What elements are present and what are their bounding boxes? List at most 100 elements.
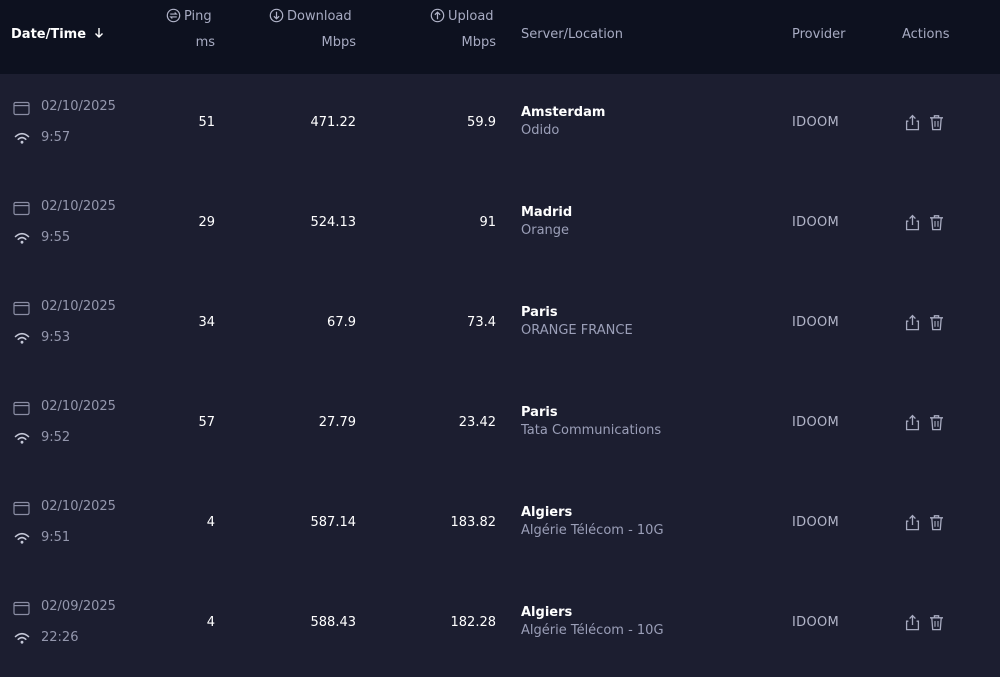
column-ping-unit: ms xyxy=(195,35,215,50)
row-time: 9:57 xyxy=(41,130,71,145)
trash-icon[interactable] xyxy=(929,414,944,431)
share-icon[interactable] xyxy=(905,314,920,331)
row-server: Paris Tata Communications xyxy=(521,405,661,438)
row-download: 588.43 xyxy=(310,615,357,630)
wifi-icon xyxy=(14,132,30,144)
row-server: Amsterdam Odido xyxy=(521,105,605,138)
wifi-icon xyxy=(14,632,30,644)
row-ping: 51 xyxy=(198,115,215,130)
row-server-isp: ORANGE FRANCE xyxy=(521,323,633,338)
row-server-isp: Algérie Télécom - 10G xyxy=(521,623,664,638)
column-datetime[interactable]: Date/Time xyxy=(11,27,105,42)
upload-icon xyxy=(430,8,445,23)
column-download-unit: Mbps xyxy=(321,35,357,50)
column-ping-label: Ping xyxy=(184,9,212,24)
calendar-icon xyxy=(13,301,30,316)
row-download: 587.14 xyxy=(310,515,357,530)
row-server: Paris ORANGE FRANCE xyxy=(521,305,633,338)
row-date: 02/10/2025 xyxy=(41,399,116,414)
row-upload: 23.42 xyxy=(458,415,496,430)
row-ping: 4 xyxy=(206,515,215,530)
trash-icon[interactable] xyxy=(929,114,944,131)
calendar-icon xyxy=(13,101,30,116)
row-time: 22:26 xyxy=(41,630,79,645)
row-server: Madrid Orange xyxy=(521,205,572,238)
row-server-city: Algiers xyxy=(521,605,573,620)
row-time: 9:52 xyxy=(41,430,71,445)
table-row[interactable]: 02/09/2025 22:26 4 588.43 182.28 Algiers… xyxy=(0,574,1000,674)
row-provider: IDOOM xyxy=(792,515,840,530)
row-download: 524.13 xyxy=(310,215,357,230)
row-time: 9:51 xyxy=(41,530,71,545)
column-datetime-label: Date/Time xyxy=(11,27,87,42)
row-server: Algiers Algérie Télécom - 10G xyxy=(521,605,664,638)
share-icon[interactable] xyxy=(905,114,920,131)
share-icon[interactable] xyxy=(905,514,920,531)
table-row[interactable]: 02/10/2025 9:55 29 524.13 91 Madrid Oran… xyxy=(0,174,1000,274)
row-server-isp: Orange xyxy=(521,223,570,238)
row-ping: 34 xyxy=(198,315,215,330)
wifi-icon xyxy=(14,332,30,344)
wifi-icon xyxy=(14,532,30,544)
column-server[interactable]: Server/Location xyxy=(521,27,623,42)
table-row[interactable]: 02/10/2025 9:53 34 67.9 73.4 Paris ORANG… xyxy=(0,274,1000,374)
wifi-icon xyxy=(14,432,30,444)
row-server-isp: Algérie Télécom - 10G xyxy=(521,523,664,538)
trash-icon[interactable] xyxy=(929,614,944,631)
row-server: Algiers Algérie Télécom - 10G xyxy=(521,505,664,538)
row-server-isp: Tata Communications xyxy=(521,423,662,438)
column-upload[interactable]: Upload xyxy=(430,8,494,24)
share-icon[interactable] xyxy=(905,614,920,631)
table-header: Date/Time Ping ms Download Mbps Upload M… xyxy=(0,0,1000,74)
table-row[interactable]: 02/10/2025 9:51 4 587.14 183.82 Algiers … xyxy=(0,474,1000,574)
ping-icon xyxy=(166,8,181,23)
row-provider: IDOOM xyxy=(792,215,840,230)
row-upload: 73.4 xyxy=(467,315,496,330)
calendar-icon xyxy=(13,501,30,516)
row-date: 02/10/2025 xyxy=(41,199,116,214)
row-upload: 182.28 xyxy=(450,615,497,630)
row-provider: IDOOM xyxy=(792,115,840,130)
row-provider: IDOOM xyxy=(792,415,840,430)
column-upload-unit: Mbps xyxy=(461,35,497,50)
row-server-city: Paris xyxy=(521,305,558,320)
column-download[interactable]: Download xyxy=(269,8,352,24)
row-server-isp: Odido xyxy=(521,123,560,138)
calendar-icon xyxy=(13,201,30,216)
table-row[interactable]: 02/10/2025 9:57 51 471.22 59.9 Amsterdam… xyxy=(0,74,1000,174)
row-upload: 59.9 xyxy=(467,115,496,130)
trash-icon[interactable] xyxy=(929,214,944,231)
download-icon xyxy=(269,8,284,23)
row-date: 02/10/2025 xyxy=(41,499,116,514)
trash-icon[interactable] xyxy=(929,514,944,531)
row-time: 9:55 xyxy=(41,230,71,245)
row-date: 02/09/2025 xyxy=(41,599,116,614)
row-server-city: Paris xyxy=(521,405,558,420)
results-table: Date/Time Ping ms Download Mbps Upload M… xyxy=(0,0,1000,677)
row-provider: IDOOM xyxy=(792,315,840,330)
row-upload: 183.82 xyxy=(450,515,497,530)
column-ping[interactable]: Ping xyxy=(166,8,212,24)
column-download-label: Download xyxy=(287,9,352,24)
table-row[interactable]: 02/10/2025 9:52 57 27.79 23.42 Paris Tat… xyxy=(0,374,1000,474)
row-server-city: Amsterdam xyxy=(521,105,606,120)
column-actions: Actions xyxy=(902,27,950,42)
calendar-icon xyxy=(13,401,30,416)
column-upload-label: Upload xyxy=(448,9,494,24)
share-icon[interactable] xyxy=(905,214,920,231)
row-download: 67.9 xyxy=(327,315,356,330)
calendar-icon xyxy=(13,601,30,616)
row-server-city: Madrid xyxy=(521,205,573,220)
row-download: 471.22 xyxy=(310,115,357,130)
row-ping: 4 xyxy=(206,615,215,630)
trash-icon[interactable] xyxy=(929,314,944,331)
row-provider: IDOOM xyxy=(792,615,840,630)
share-icon[interactable] xyxy=(905,414,920,431)
row-time: 9:53 xyxy=(41,330,71,345)
column-provider[interactable]: Provider xyxy=(792,27,846,42)
row-download: 27.79 xyxy=(318,415,356,430)
row-date: 02/10/2025 xyxy=(41,99,116,114)
row-date: 02/10/2025 xyxy=(41,299,116,314)
wifi-icon xyxy=(14,232,30,244)
row-upload: 91 xyxy=(479,215,496,230)
